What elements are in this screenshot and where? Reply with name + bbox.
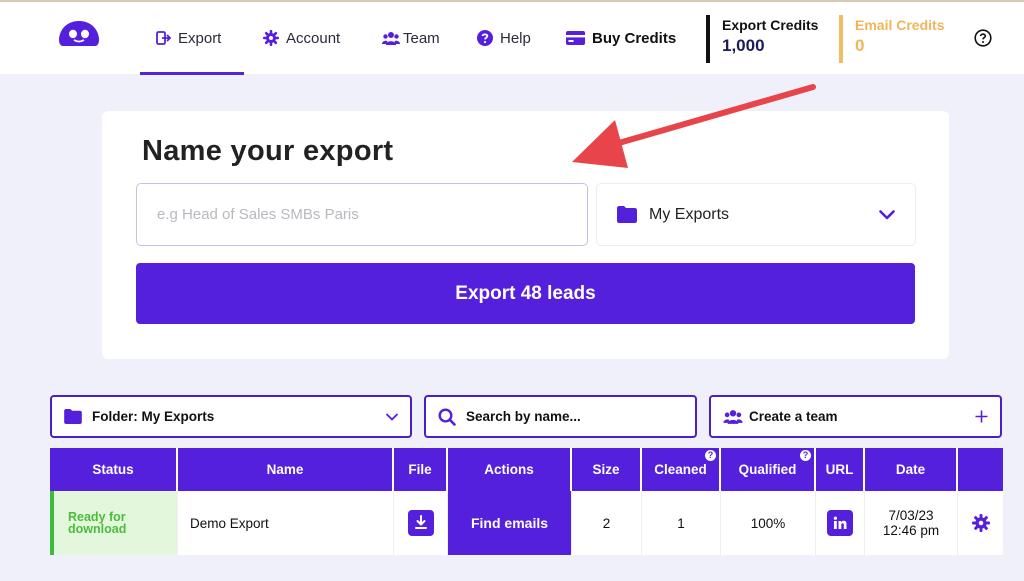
create-team-button[interactable]: Create a team [709,395,1002,438]
export-leads-button[interactable]: Export 48 leads [136,263,915,324]
size-cell: 2 [572,491,642,555]
linkedin-icon[interactable] [827,510,853,536]
column-header-url: URL [816,448,865,491]
nav-account-label: Account [286,29,341,47]
folder-filter-label: Folder: My Exports [92,409,215,424]
email-credits-indicator: Email Credits 0 [839,15,944,63]
export-name-cell: Demo Export [178,491,394,555]
time-value: 12:46 pm [882,523,940,538]
find-emails-button[interactable]: Find emails [471,515,548,531]
export-card: Name your export My Exports Export 48 le… [102,111,949,359]
users-icon [382,31,400,45]
exports-table: Status Name File Actions Size Cleaned ? … [50,448,1003,555]
table-header: Status Name File Actions Size Cleaned ? … [50,448,1003,491]
export-name-input[interactable] [136,183,588,246]
nav-buy-credits-label: Buy Credits [592,29,677,47]
date-cell: 7/03/23 12:46 pm [865,491,958,555]
email-credits-label: Email Credits [855,17,945,33]
page-title: Name your export [142,135,394,167]
status-badge: Ready for download [50,491,178,555]
nav-export[interactable]: Export [156,27,221,49]
column-header-name: Name [178,448,394,491]
search-icon [438,407,456,426]
column-header-qualified-label: Qualified [738,462,797,477]
gear-icon [263,30,279,46]
actions-cell: Find emails [448,491,572,555]
app-logo-icon[interactable] [57,20,101,52]
column-header-actions: Actions [448,448,572,491]
export-icon [156,31,171,45]
folder-icon [64,409,82,424]
nav-active-indicator [140,72,244,75]
plus-icon [975,410,988,423]
file-cell [394,491,448,555]
column-header-cleaned: Cleaned ? [642,448,721,491]
email-credits-value: 0 [855,36,865,55]
nav-help-label: Help [500,29,531,47]
column-header-file: File [394,448,448,491]
credit-card-icon [566,31,585,45]
column-header-size: Size [572,448,642,491]
date-value: 7/03/23 [888,508,934,523]
nav-account[interactable]: Account [263,27,340,49]
top-navigation-bar: Export Account Team Help Buy Credits Exp… [0,0,1024,75]
settings-cell [958,491,1003,555]
search-box[interactable] [424,395,697,438]
export-credits-value: 1,000 [722,36,765,55]
nav-export-label: Export [178,29,222,47]
folder-filter-dropdown[interactable]: Folder: My Exports [50,395,412,438]
chevron-down-icon [386,413,398,421]
nav-team-label: Team [403,29,440,47]
gear-icon[interactable] [971,514,990,532]
export-credits-indicator: Export Credits 1,000 [706,15,818,63]
download-icon[interactable] [407,510,434,536]
column-header-settings [958,448,1003,491]
nav-team[interactable]: Team [382,27,440,49]
folder-icon [617,206,637,223]
column-header-date: Date [865,448,958,491]
question-circle-icon[interactable] [974,29,992,47]
column-header-cleaned-label: Cleaned [654,462,707,477]
cleaned-help-icon[interactable]: ? [705,450,716,461]
folder-select[interactable]: My Exports [596,183,916,246]
create-team-label: Create a team [749,409,838,424]
nav-help[interactable]: Help [477,27,531,49]
users-icon [723,409,743,424]
export-credits-label: Export Credits [722,17,819,33]
folder-select-value: My Exports [649,205,730,223]
nav-buy-credits[interactable]: Buy Credits [566,27,676,49]
chevron-down-icon [879,209,895,219]
column-header-status: Status [50,448,178,491]
cleaned-cell: 1 [642,491,721,555]
qualified-cell: 100% [721,491,816,555]
qualified-help-icon[interactable]: ? [800,450,811,461]
help-icon [477,30,493,46]
url-cell [816,491,865,555]
search-input[interactable] [466,409,683,424]
column-header-qualified: Qualified ? [721,448,816,491]
table-row: Ready for download Demo Export Find emai… [50,491,1003,555]
annotation-arrow-icon [572,84,816,168]
